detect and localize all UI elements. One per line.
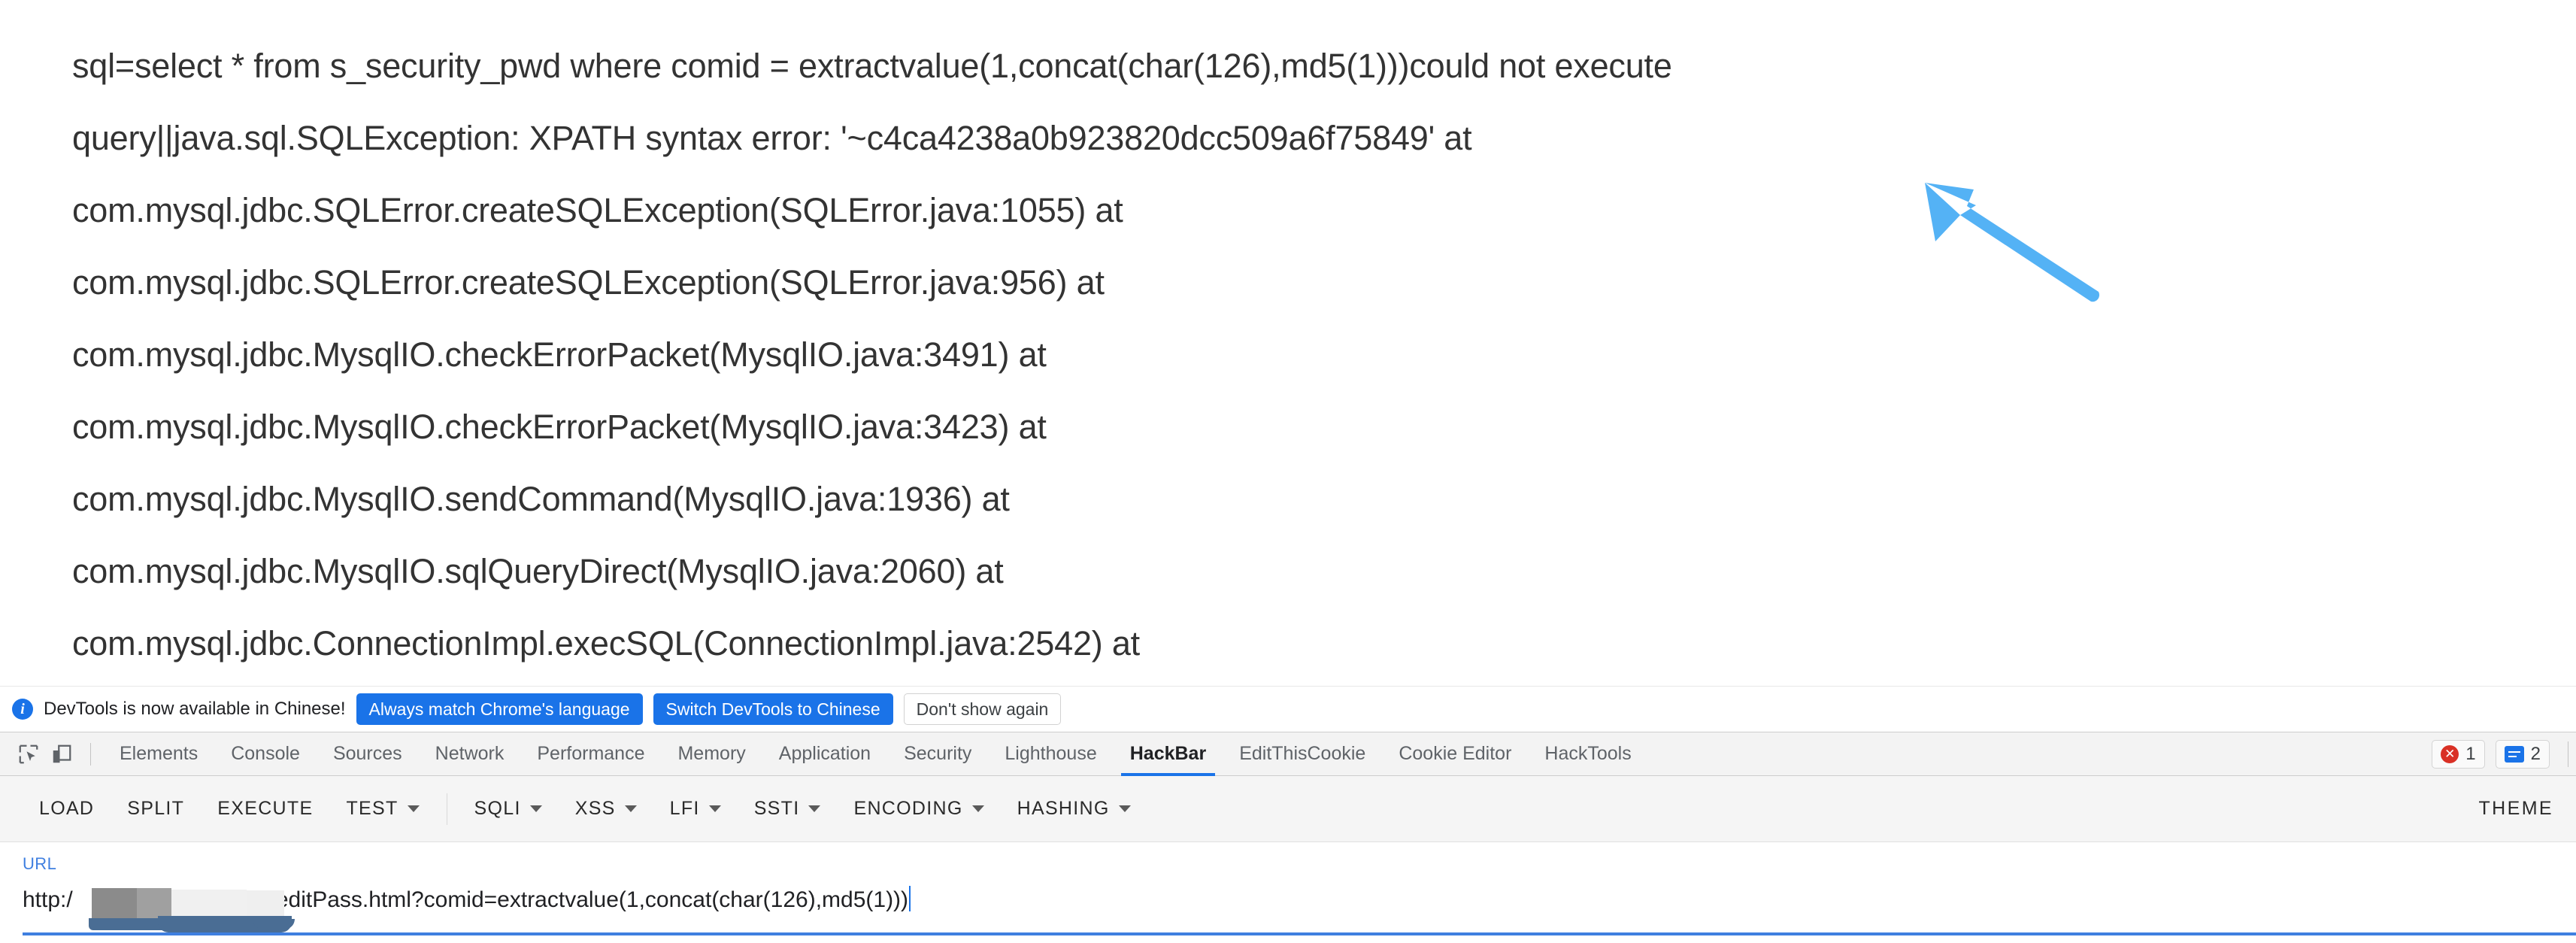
info-icon: i: [12, 699, 33, 720]
tab-cookie-editor[interactable]: Cookie Editor: [1382, 732, 1528, 776]
tab-security[interactable]: Security: [887, 732, 988, 776]
error-count-chip[interactable]: ✕ 1: [2432, 739, 2485, 769]
tab-editthiscookie[interactable]: EditThisCookie: [1223, 732, 1382, 776]
hackbar-encoding-menu[interactable]: ENCODING: [837, 789, 1000, 829]
chevron-down-icon: [708, 805, 721, 812]
message-count: 2: [2530, 743, 2541, 764]
error-line: com.mysql.jdbc.MysqlIO.checkErrorPacket(…: [72, 408, 1047, 446]
devtools-tab-list: Elements Console Sources Network Perform…: [103, 732, 1648, 776]
text-cursor: [909, 886, 911, 911]
url-prefix: http:/: [23, 887, 73, 912]
devtools-tabbar: Elements Console Sources Network Perform…: [0, 732, 2576, 776]
url-input[interactable]: http:/ /login/Login/editPass.html?comid=…: [23, 886, 911, 912]
hackbar-execute-button[interactable]: EXECUTE: [201, 789, 329, 829]
error-icon: ✕: [2441, 744, 2459, 763]
error-line: query||java.sql.SQLException: XPATH synt…: [72, 119, 1472, 157]
url-path-query: /login/Login/editPass.html?comid=extract…: [154, 887, 909, 912]
error-line: com.mysql.jdbc.MysqlIO.checkErrorPacket(…: [72, 335, 1047, 374]
error-line: com.mysql.jdbc.MysqlIO.sendCommand(Mysql…: [72, 480, 1010, 518]
error-line: com.mysql.jdbc.MysqlIO.sqlQueryDirect(My…: [72, 552, 1004, 590]
tab-application[interactable]: Application: [762, 732, 887, 776]
hackbar-lfi-menu[interactable]: LFI: [653, 789, 738, 829]
hackbar-encoding-label: ENCODING: [853, 798, 963, 819]
dont-show-again-button[interactable]: Don't show again: [903, 693, 1062, 726]
chevron-down-icon: [971, 805, 984, 812]
message-icon: [2504, 745, 2524, 763]
chevron-down-icon: [624, 805, 637, 812]
url-field-underline: [23, 932, 2576, 935]
url-host-redacted: [73, 887, 154, 912]
chevron-down-icon: [529, 805, 542, 812]
tab-performance[interactable]: Performance: [520, 732, 661, 776]
hackbar-execute-label: EXECUTE: [217, 798, 314, 819]
hackbar-split-button[interactable]: SPLIT: [111, 789, 201, 829]
hackbar-toolbar: LOAD SPLIT EXECUTE TEST SQLI XSS LFI SST…: [0, 776, 2576, 842]
hackbar-theme-button[interactable]: THEME: [2462, 789, 2554, 829]
chevron-down-icon: [407, 805, 420, 812]
hackbar-test-menu[interactable]: TEST: [329, 789, 435, 829]
hackbar-ssti-menu[interactable]: SSTI: [738, 789, 838, 829]
tab-lighthouse[interactable]: Lighthouse: [988, 732, 1113, 776]
always-match-language-button[interactable]: Always match Chrome's language: [356, 693, 643, 726]
tab-memory[interactable]: Memory: [661, 732, 762, 776]
hackbar-url-area: URL http:/ /login/Login/editPass.html?co…: [0, 842, 2576, 943]
notice-message: DevTools is now available in Chinese!: [44, 699, 346, 719]
tab-console[interactable]: Console: [214, 732, 317, 776]
message-count-chip[interactable]: 2: [2495, 739, 2550, 769]
tab-network[interactable]: Network: [419, 732, 521, 776]
tab-elements[interactable]: Elements: [103, 732, 214, 776]
hackbar-hashing-label: HASHING: [1017, 798, 1110, 819]
error-line: com.mysql.jdbc.SQLError.createSQLExcepti…: [72, 191, 1123, 229]
tab-hacktools[interactable]: HackTools: [1528, 732, 1647, 776]
chevron-down-icon: [808, 805, 821, 812]
inspect-element-icon[interactable]: [12, 738, 45, 771]
hackbar-test-label: TEST: [346, 798, 399, 819]
hackbar-sqli-label: SQLI: [474, 798, 521, 819]
devtools-browser-window: sql=select * from s_security_pwd where c…: [0, 0, 2576, 943]
error-line: sql=select * from s_security_pwd where c…: [72, 47, 1672, 85]
hackbar-xss-label: XSS: [574, 798, 616, 819]
devtools-status-counters: ✕ 1 2: [2432, 739, 2568, 769]
device-toolbar-icon[interactable]: [45, 738, 78, 771]
toolbar-divider: [90, 742, 91, 766]
devtools-language-notice: i DevTools is now available in Chinese! …: [0, 686, 2576, 732]
tab-sources[interactable]: Sources: [317, 732, 419, 776]
hackbar-xss-menu[interactable]: XSS: [559, 789, 653, 829]
error-line: com.mysql.jdbc.SQLError.createSQLExcepti…: [72, 263, 1105, 302]
hackbar-load-label: LOAD: [39, 798, 95, 819]
error-count: 1: [2465, 743, 2476, 764]
hackbar-lfi-label: LFI: [669, 798, 700, 819]
chevron-down-icon: [1118, 805, 1131, 812]
tab-hackbar[interactable]: HackBar: [1114, 732, 1223, 776]
url-input-row[interactable]: http:/ /login/Login/editPass.html?comid=…: [23, 877, 2553, 923]
hackbar-hashing-menu[interactable]: HASHING: [1001, 789, 1147, 829]
url-field-label: URL: [23, 854, 57, 873]
error-line: com.mysql.jdbc.ConnectionImpl.execSQL(Co…: [72, 624, 1140, 663]
hackbar-sqli-menu[interactable]: SQLI: [458, 789, 559, 829]
hackbar-load-button[interactable]: LOAD: [23, 789, 111, 829]
switch-devtools-language-button[interactable]: Switch DevTools to Chinese: [653, 693, 893, 726]
page-content-sql-error: sql=select * from s_security_pwd where c…: [0, 0, 2576, 686]
hackbar-ssti-label: SSTI: [753, 798, 800, 819]
hackbar-split-label: SPLIT: [127, 798, 185, 819]
